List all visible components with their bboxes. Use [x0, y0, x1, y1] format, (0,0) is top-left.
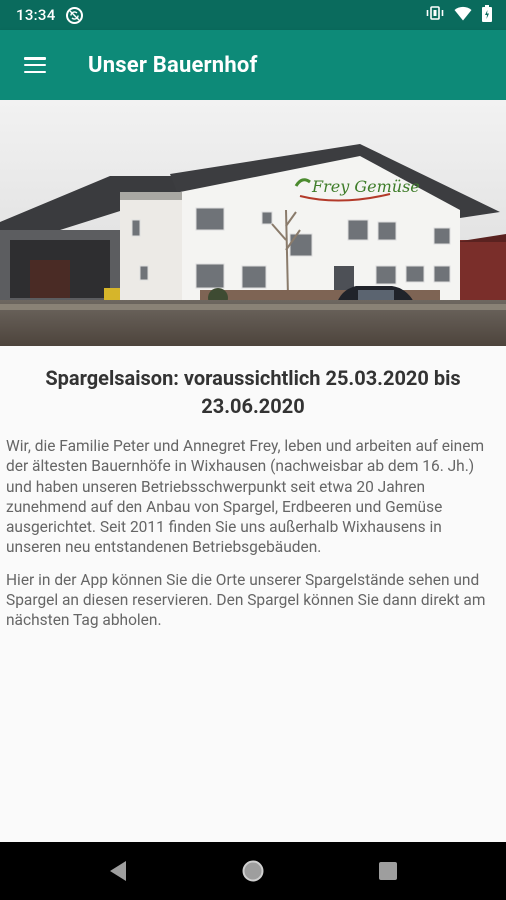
wifi-icon — [454, 6, 472, 25]
farm-building-image: Frey Gemüse — [0, 100, 506, 346]
status-icons — [426, 4, 492, 26]
hamburger-menu-icon — [24, 57, 46, 73]
hero-sign-text: Frey Gemüse — [311, 177, 420, 196]
back-button[interactable] — [89, 842, 147, 900]
menu-button[interactable] — [0, 30, 70, 100]
app-title: Unser Bauernhof — [88, 52, 258, 78]
app-info-paragraph: Hier in der App können Sie die Orte unse… — [6, 570, 486, 630]
navigation-bar — [0, 842, 506, 900]
intro-paragraph: Wir, die Familie Peter und Annegret Frey… — [6, 437, 485, 557]
home-button[interactable] — [224, 842, 282, 900]
recents-button[interactable] — [359, 842, 417, 900]
sync-disabled-icon — [65, 6, 83, 24]
app-bar: Unser Bauernhof — [0, 30, 506, 100]
home-icon — [242, 860, 264, 882]
battery-icon — [482, 4, 492, 26]
status-bar: 13:34 — [0, 0, 506, 30]
content-area: Spargelsaison: voraussichtlich 25.03.202… — [0, 346, 506, 842]
status-time: 13:34 — [16, 6, 56, 24]
recents-icon — [379, 862, 398, 880]
back-icon — [109, 861, 126, 881]
season-headline: Spargelsaison: voraussichtlich 25.03.202… — [45, 366, 461, 418]
vibrate-icon — [426, 5, 444, 25]
